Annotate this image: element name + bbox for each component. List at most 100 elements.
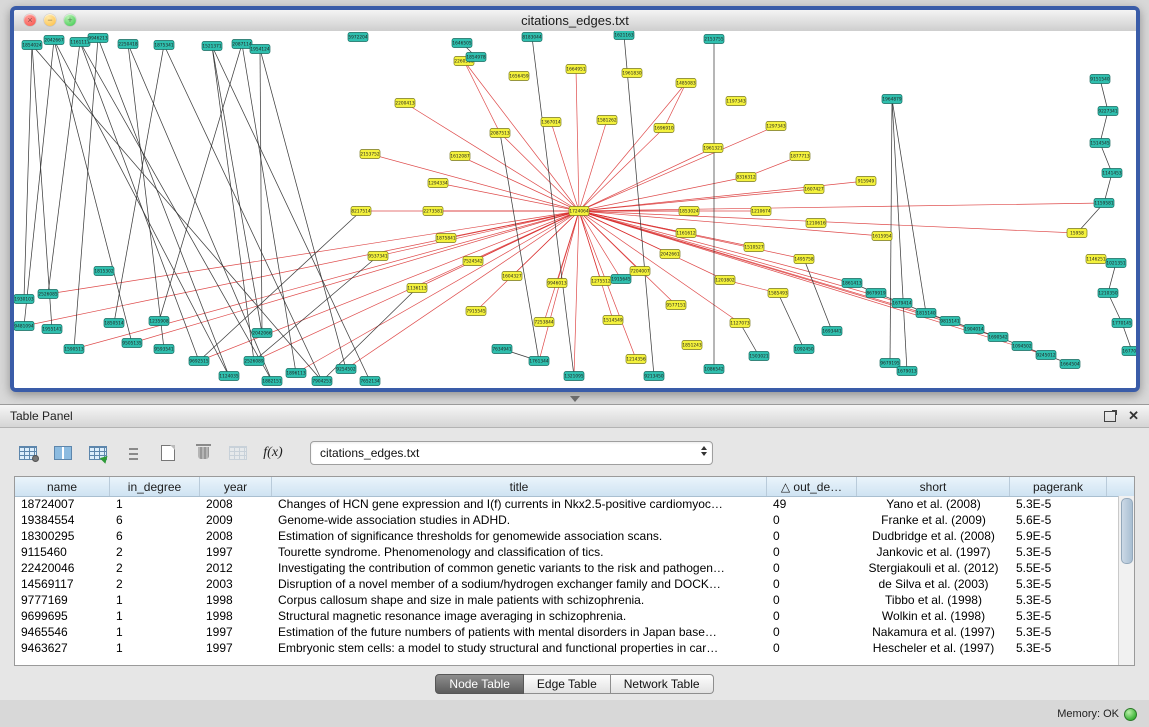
graph-node[interactable]: 1092450 bbox=[794, 345, 814, 354]
graph-node[interactable]: 1297343 bbox=[766, 122, 786, 131]
graph-node[interactable]: 1677015 bbox=[1122, 347, 1136, 356]
table-row[interactable]: 977716911998Corpus callosum shape and si… bbox=[15, 592, 1119, 608]
table-row[interactable]: 1830029562008Estimation of significance … bbox=[15, 528, 1119, 544]
tab-edge-table[interactable]: Edge Table bbox=[524, 674, 611, 694]
graph-node[interactable]: 2153752 bbox=[360, 150, 380, 159]
graph-node[interactable]: 1770145 bbox=[1112, 319, 1132, 328]
import-table-button[interactable] bbox=[224, 440, 252, 466]
graph-node[interactable]: 1235908 bbox=[149, 317, 169, 326]
graph-node[interactable]: 1664504 bbox=[1060, 360, 1080, 369]
graph-node[interactable]: 7904253 bbox=[312, 377, 332, 386]
graph-node[interactable]: 1604327 bbox=[502, 272, 522, 281]
graph-node[interactable]: 9227341 bbox=[1098, 107, 1118, 116]
table-settings-button[interactable] bbox=[14, 440, 42, 466]
graph-node[interactable]: 7652134 bbox=[360, 377, 380, 386]
graph-node[interactable]: 2087114 bbox=[232, 40, 252, 49]
splitter-handle-icon[interactable] bbox=[570, 396, 580, 402]
close-panel-button[interactable]: ✕ bbox=[1128, 408, 1139, 424]
show-columns-button[interactable] bbox=[49, 440, 77, 466]
delete-table-button[interactable] bbox=[189, 440, 217, 466]
graph-node[interactable]: 1954124 bbox=[250, 45, 270, 54]
table-vertical-scrollbar[interactable] bbox=[1118, 496, 1134, 665]
graph-node[interactable]: 1203802 bbox=[715, 276, 735, 285]
graph-node[interactable]: 1141453 bbox=[1102, 169, 1122, 178]
graph-node[interactable]: 1514549 bbox=[603, 316, 623, 325]
graph-node[interactable]: 915949 bbox=[856, 177, 876, 186]
graph-node[interactable]: 1851243 bbox=[682, 341, 702, 350]
graph-node[interactable]: 1590513 bbox=[64, 345, 84, 354]
minimize-window-button[interactable]: − bbox=[44, 14, 56, 26]
graph-node[interactable]: 9254502 bbox=[336, 365, 356, 374]
close-window-button[interactable]: × bbox=[24, 14, 36, 26]
column-header-title[interactable]: title bbox=[272, 477, 767, 496]
graph-node[interactable]: 1815302 bbox=[94, 267, 114, 276]
table-row[interactable]: 946554611997Estimation of the future num… bbox=[15, 624, 1119, 640]
new-table-button[interactable] bbox=[154, 440, 182, 466]
graph-node[interactable]: 1693441 bbox=[822, 327, 842, 336]
graph-node[interactable]: 1197343 bbox=[726, 97, 746, 106]
table-row[interactable]: 969969511998Structural magnetic resonanc… bbox=[15, 608, 1119, 624]
graph-node[interactable]: 1159581 bbox=[1094, 199, 1114, 208]
table-row[interactable]: 911546021997Tourette syndrome. Phenomeno… bbox=[15, 544, 1119, 560]
graph-node[interactable]: 1664951 bbox=[566, 65, 586, 74]
graph-node[interactable]: 9593541 bbox=[154, 345, 174, 354]
graph-node[interactable]: 1021351 bbox=[1106, 259, 1126, 268]
graph-node[interactable]: 1877713 bbox=[790, 152, 810, 161]
graph-node[interactable]: 1896113 bbox=[286, 369, 306, 378]
graph-node[interactable]: 1510527 bbox=[744, 243, 764, 252]
graph-node[interactable]: 1955141 bbox=[42, 325, 62, 334]
graph-node[interactable]: 1275512 bbox=[591, 277, 611, 286]
graph-node[interactable]: 2273581 bbox=[423, 207, 443, 216]
graph-node[interactable]: 8316312 bbox=[736, 173, 756, 182]
float-panel-icon[interactable] bbox=[1104, 411, 1116, 422]
graph-node[interactable]: 1615954 bbox=[872, 232, 892, 241]
graph-node[interactable]: 1161612 bbox=[676, 229, 696, 238]
graph-node[interactable]: 1656459 bbox=[509, 72, 529, 81]
graph-node[interactable]: 1621163 bbox=[614, 31, 634, 40]
graph-node[interactable]: 1585493 bbox=[768, 289, 788, 298]
graph-node[interactable]: 1210674 bbox=[751, 207, 771, 216]
graph-node[interactable]: 7524542 bbox=[463, 257, 483, 266]
graph-node[interactable]: 8679919 bbox=[866, 289, 886, 298]
table-row[interactable]: 1456911722003Disruption of a novel membe… bbox=[15, 576, 1119, 592]
graph-node[interactable]: 1679013 bbox=[897, 367, 917, 376]
graph-node[interactable]: 2042066 bbox=[252, 329, 272, 338]
graph-node[interactable]: 2250418 bbox=[118, 40, 138, 49]
graph-node[interactable]: 2153755 bbox=[704, 35, 724, 44]
graph-node[interactable]: 8217514 bbox=[351, 207, 371, 216]
edit-table-button[interactable] bbox=[84, 440, 112, 466]
graph-node[interactable]: 7634941 bbox=[492, 345, 512, 354]
column-header-out_de[interactable]: △ out_de… bbox=[767, 477, 857, 496]
graph-node[interactable]: 9815141 bbox=[940, 317, 960, 326]
graph-node[interactable]: 1210616 bbox=[806, 219, 826, 228]
zoom-window-button[interactable]: + bbox=[64, 14, 76, 26]
column-header-year[interactable]: year bbox=[200, 477, 272, 496]
graph-node[interactable]: 1761344 bbox=[529, 357, 549, 366]
panel-splitter[interactable] bbox=[0, 394, 1149, 404]
graph-node[interactable]: 1850514 bbox=[104, 319, 124, 328]
column-header-short[interactable]: short bbox=[857, 477, 1010, 496]
graph-node[interactable]: 1503021 bbox=[749, 352, 769, 361]
graph-node[interactable]: 2042661 bbox=[660, 250, 680, 259]
graph-node[interactable]: 9946013 bbox=[547, 279, 567, 288]
graph-node[interactable]: 7204007 bbox=[630, 267, 650, 276]
graph-node[interactable]: 9679195 bbox=[880, 359, 900, 368]
graph-node[interactable]: 1854978 bbox=[466, 53, 486, 62]
table-source-select[interactable]: citations_edges.txt bbox=[310, 441, 713, 465]
graph-node[interactable]: 1294334 bbox=[428, 179, 448, 188]
network-canvas[interactable]: 1724064185302411616122042661720400712755… bbox=[14, 31, 1136, 388]
graph-node[interactable]: 1127073 bbox=[730, 319, 750, 328]
graph-node[interactable]: 1094502 bbox=[1012, 342, 1032, 351]
column-header-pagerank[interactable]: pagerank bbox=[1010, 477, 1107, 496]
graph-node[interactable]: 1861413 bbox=[842, 279, 862, 288]
graph-node[interactable]: 9692515 bbox=[189, 357, 209, 366]
graph-node[interactable]: 8183044 bbox=[522, 33, 542, 42]
window-title-bar[interactable]: × − + citations_edges.txt bbox=[14, 10, 1136, 32]
graph-node[interactable]: 1367014 bbox=[541, 118, 561, 127]
graph-node[interactable]: 7915545 bbox=[466, 307, 486, 316]
table-row[interactable]: 1872400712008Changes of HCN gene express… bbox=[15, 496, 1119, 512]
graph-node[interactable]: 1146251 bbox=[1086, 255, 1106, 264]
graph-node[interactable]: 1514545 bbox=[1090, 139, 1110, 148]
graph-node[interactable]: 1961321 bbox=[703, 144, 723, 153]
graph-node[interactable]: 1961830 bbox=[622, 69, 642, 78]
